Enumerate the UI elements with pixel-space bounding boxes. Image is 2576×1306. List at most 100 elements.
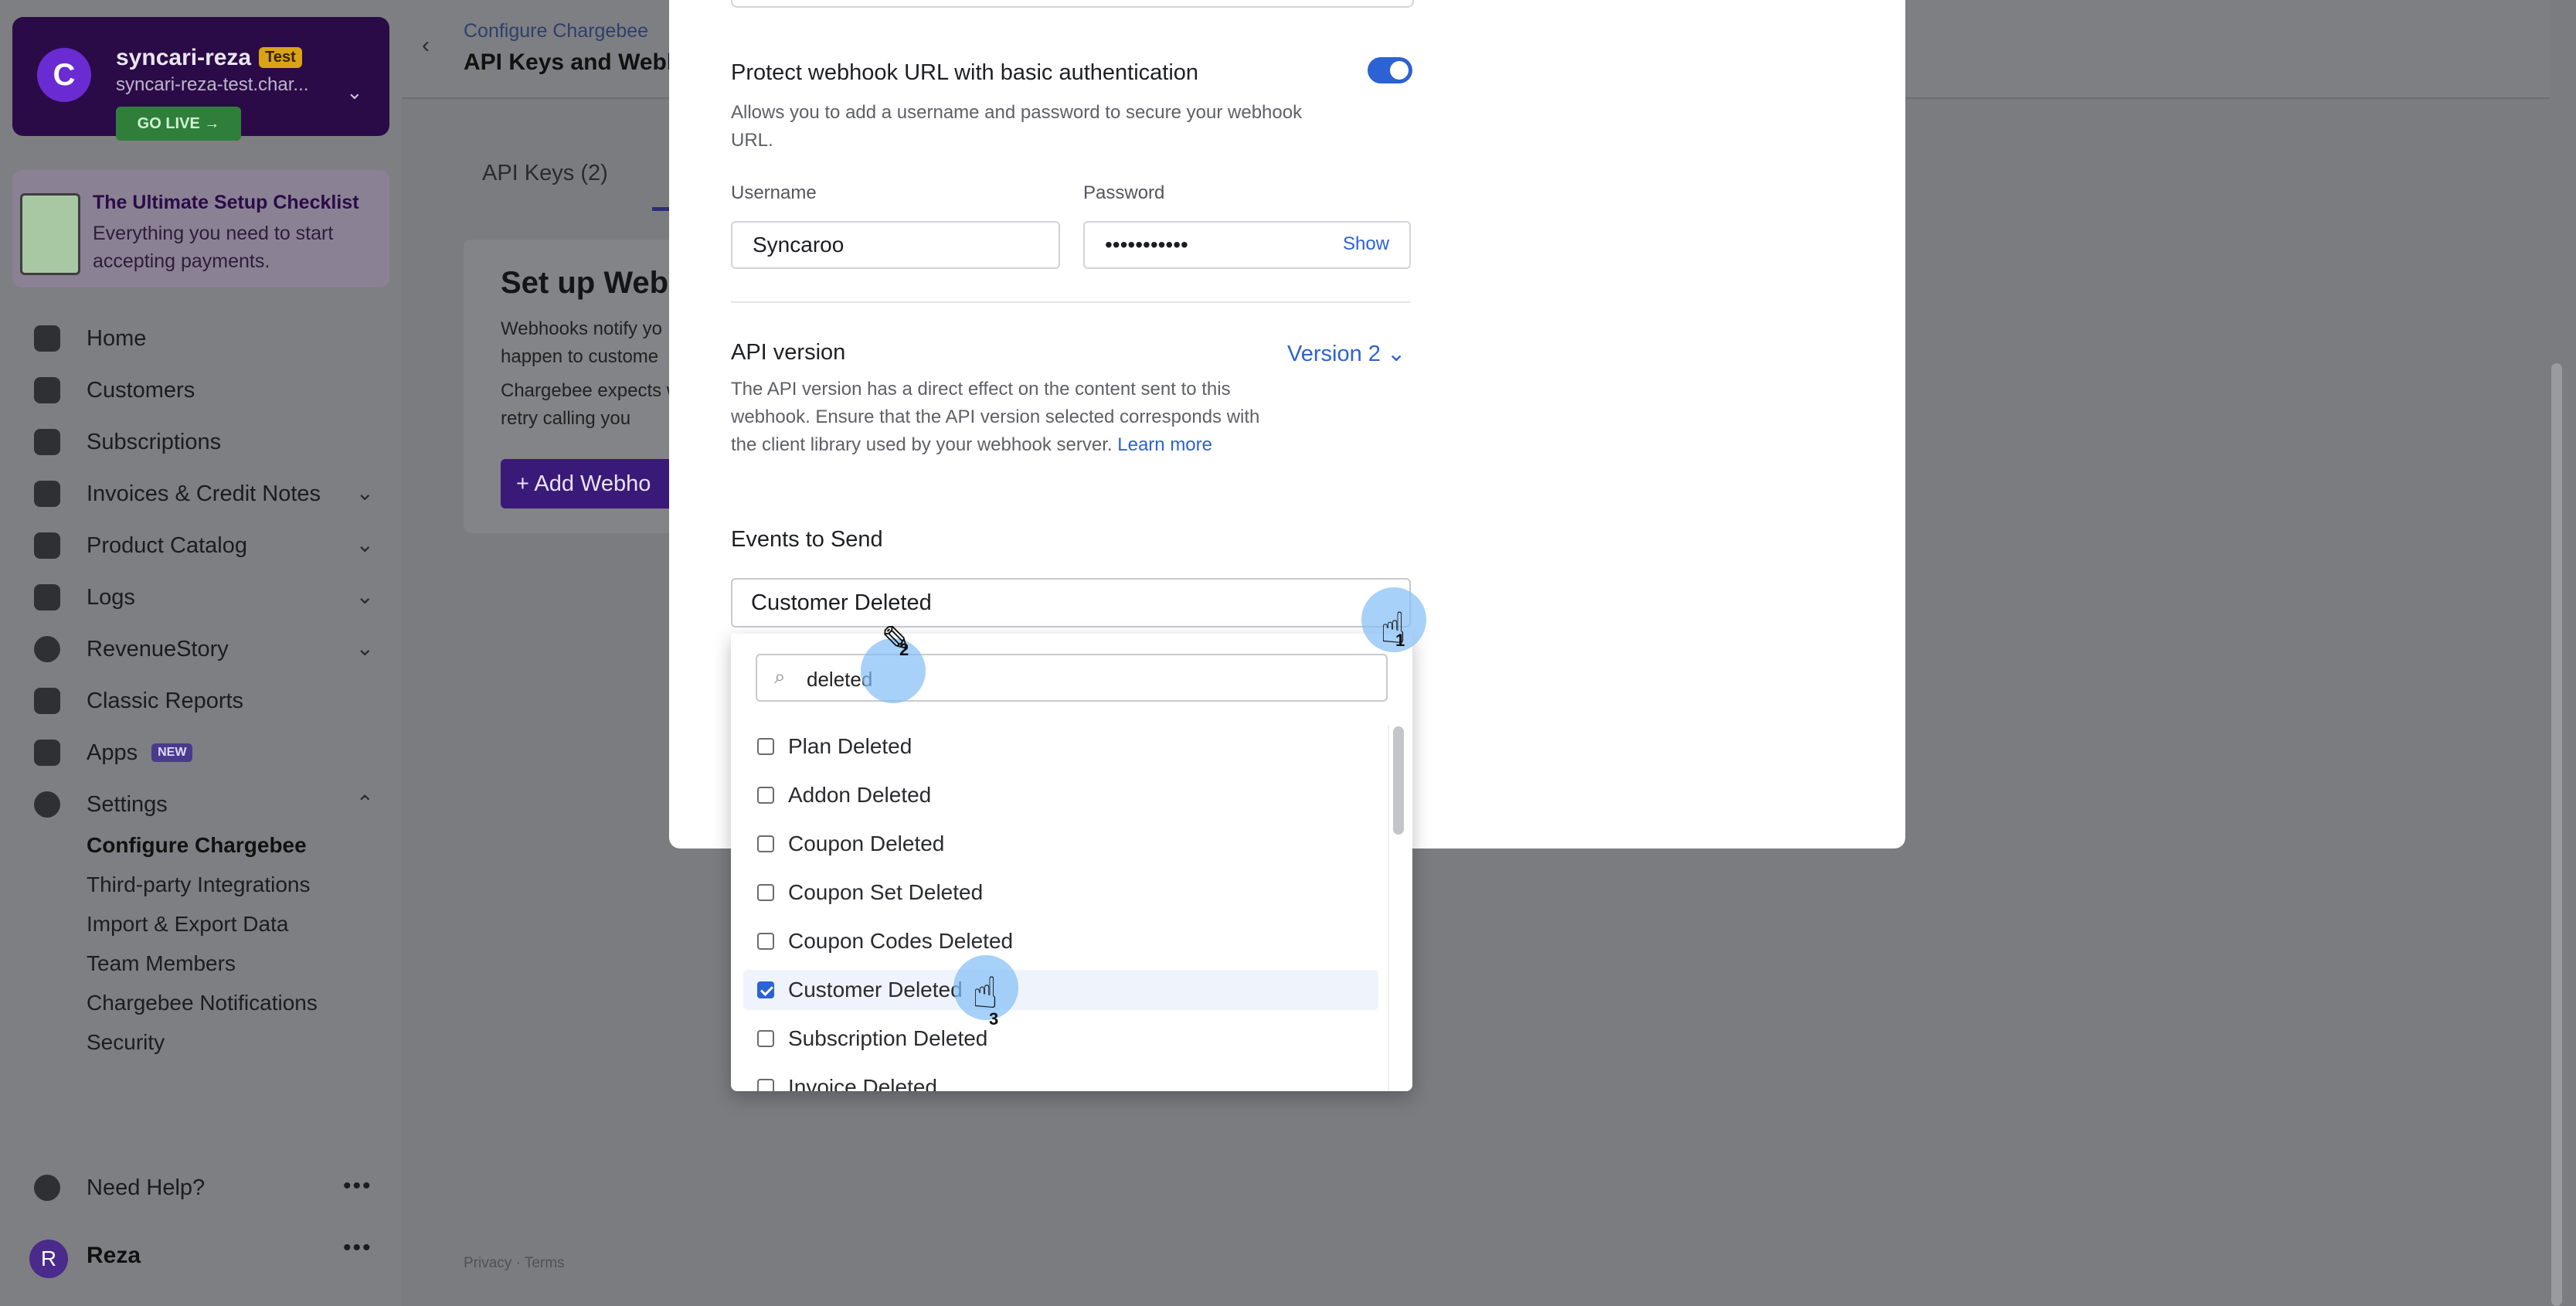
basic-auth-label: Protect webhook URL with basic authentic… xyxy=(731,60,1199,85)
divider xyxy=(731,301,1411,303)
add-webhook-button[interactable]: + Add Webho xyxy=(501,459,686,508)
event-option-label: Plan Deleted xyxy=(788,734,912,758)
chevron-down-icon: ⌄ xyxy=(1386,342,1406,366)
settings-notifications[interactable]: Chargebee Notifications xyxy=(87,991,318,1015)
nav-customers-label: Customers xyxy=(87,377,195,403)
logs-icon xyxy=(34,584,60,610)
learn-more-link[interactable]: Learn more xyxy=(1117,434,1212,455)
help-icon xyxy=(34,1175,60,1201)
subscriptions-icon xyxy=(34,429,60,455)
step-number-3: 3 xyxy=(989,1009,999,1029)
event-checkbox[interactable] xyxy=(757,933,774,950)
password-label: Password xyxy=(1083,182,1165,203)
setup-title: Set up Web xyxy=(501,266,669,300)
settings-security[interactable]: Security xyxy=(87,1030,165,1055)
more-options-icon[interactable]: ••• xyxy=(343,1173,372,1199)
nav-apps[interactable]: Apps NEW xyxy=(34,731,374,774)
show-password-link[interactable]: Show xyxy=(1343,233,1389,255)
username-label: Username xyxy=(731,182,817,203)
event-option-label: Coupon Codes Deleted xyxy=(788,929,1014,953)
nav-subscriptions[interactable]: Subscriptions xyxy=(34,420,374,464)
event-option[interactable]: Plan Deleted xyxy=(743,726,1378,767)
back-arrow-icon[interactable]: ‹ xyxy=(422,32,430,59)
event-option[interactable]: Customer Deleted xyxy=(743,970,1378,1010)
page-scrollbar[interactable] xyxy=(2551,363,2562,1306)
chevron-down-icon: ⌄ xyxy=(355,532,374,556)
event-checkbox[interactable] xyxy=(757,1030,774,1047)
nav-home[interactable]: Home xyxy=(34,317,374,360)
event-option[interactable]: Addon Deleted xyxy=(743,775,1378,815)
event-checkbox[interactable] xyxy=(757,738,774,755)
step-number-2: 2 xyxy=(899,640,909,659)
revenuestory-icon xyxy=(34,636,60,662)
event-option[interactable]: Subscription Deleted xyxy=(743,1019,1378,1059)
dropdown-scrollbar[interactable] xyxy=(1393,726,1404,835)
event-option-label: Subscription Deleted xyxy=(788,1026,988,1050)
event-option-label: Addon Deleted xyxy=(788,783,932,807)
url-input-partial[interactable] xyxy=(731,0,1414,8)
event-checkbox[interactable] xyxy=(757,835,774,852)
settings-import-export[interactable]: Import & Export Data xyxy=(87,912,288,937)
event-checkbox[interactable] xyxy=(757,884,774,901)
setup-checklist-banner[interactable]: The Ultimate Setup Checklist Everything … xyxy=(12,170,389,287)
settings-configure-chargebee[interactable]: Configure Chargebee xyxy=(87,833,307,858)
account-switcher[interactable]: C syncari-reza Test syncari-reza-test.cha… xyxy=(12,17,389,141)
chevron-down-icon[interactable]: ⌄ xyxy=(346,80,363,104)
avatar[interactable]: R xyxy=(29,1240,68,1278)
nav-revenuestory-label: RevenueStory xyxy=(87,636,229,662)
nav-customers[interactable]: Customers xyxy=(34,369,374,412)
chevron-down-icon: ⌄ xyxy=(355,584,374,608)
settings-team-members[interactable]: Team Members xyxy=(87,951,236,976)
nav-subscriptions-label: Subscriptions xyxy=(87,429,222,454)
nav-product-catalog[interactable]: Product Catalog ⌄ xyxy=(34,524,374,567)
apps-grid-icon xyxy=(34,740,60,766)
go-live-button[interactable]: GO LIVE → xyxy=(116,107,241,141)
invoice-icon xyxy=(34,481,60,507)
tab-api-keys[interactable]: API Keys (2) xyxy=(482,161,608,186)
home-icon xyxy=(34,325,60,352)
dropdown-scroll-track xyxy=(1388,725,1389,1091)
need-help-label: Need Help? xyxy=(87,1175,206,1200)
api-version-help: The API version has a direct effect on t… xyxy=(731,379,1260,455)
nav-logs[interactable]: Logs ⌄ xyxy=(34,576,374,619)
event-option[interactable]: Coupon Deleted xyxy=(743,824,1378,864)
search-icon: ⌕ xyxy=(774,665,786,688)
events-label: Events to Send xyxy=(731,527,883,552)
nav-settings[interactable]: Settings ⌃ xyxy=(34,783,374,826)
nav-classic-reports-label: Classic Reports xyxy=(87,688,244,713)
checklist-icon xyxy=(20,193,80,275)
api-version-select[interactable]: Version 2 ⌄ xyxy=(1287,340,1405,367)
event-checkbox[interactable] xyxy=(757,787,774,804)
event-option[interactable]: Coupon Codes Deleted xyxy=(743,921,1378,961)
chevron-down-icon: ⌄ xyxy=(355,481,374,505)
events-search-input[interactable]: ⌕ deleted xyxy=(756,654,1388,702)
user-menu-icon[interactable]: ••• xyxy=(343,1235,372,1261)
events-dropdown: ⌕ deleted Plan Deleted Addon Deleted Coupo… xyxy=(731,634,1412,1091)
event-checkbox[interactable] xyxy=(757,1079,774,1091)
page-title: API Keys and Webho xyxy=(464,49,695,75)
event-checkbox[interactable] xyxy=(757,981,774,998)
username-field[interactable]: Syncaroo xyxy=(731,221,1060,269)
product-icon xyxy=(34,532,60,559)
account-subdomain: syncari-reza-test.char... xyxy=(116,74,309,95)
events-select[interactable]: Customer Deleted xyxy=(731,578,1411,627)
settings-third-party-integrations[interactable]: Third-party Integrations xyxy=(87,872,310,897)
footer-links[interactable]: Privacy · Terms xyxy=(464,1255,565,1272)
breadcrumb[interactable]: Configure Chargebee xyxy=(464,20,648,43)
nav-invoices-label: Invoices & Credit Notes xyxy=(87,481,321,506)
reports-icon xyxy=(34,688,60,714)
nav-home-label: Home xyxy=(87,325,147,351)
nav-product-catalog-label: Product Catalog xyxy=(87,532,247,558)
event-option[interactable]: Coupon Set Deleted xyxy=(743,872,1378,913)
event-option-label: Coupon Deleted xyxy=(788,832,945,855)
event-option[interactable]: Invoice Deleted xyxy=(743,1067,1378,1091)
test-badge: Test xyxy=(259,47,302,68)
nav-invoices[interactable]: Invoices & Credit Notes ⌄ xyxy=(34,472,374,515)
need-help[interactable]: Need Help? xyxy=(34,1175,205,1201)
basic-auth-toggle[interactable] xyxy=(1368,57,1412,83)
checklist-text: Everything you need to start accepting p… xyxy=(93,223,334,272)
basic-auth-help: Allows you to add a username and passwor… xyxy=(731,102,1303,151)
nav-classic-reports[interactable]: Classic Reports xyxy=(34,679,374,723)
account-name: syncari-reza Test xyxy=(116,45,302,71)
nav-revenuestory[interactable]: RevenueStory ⌄ xyxy=(34,627,374,671)
